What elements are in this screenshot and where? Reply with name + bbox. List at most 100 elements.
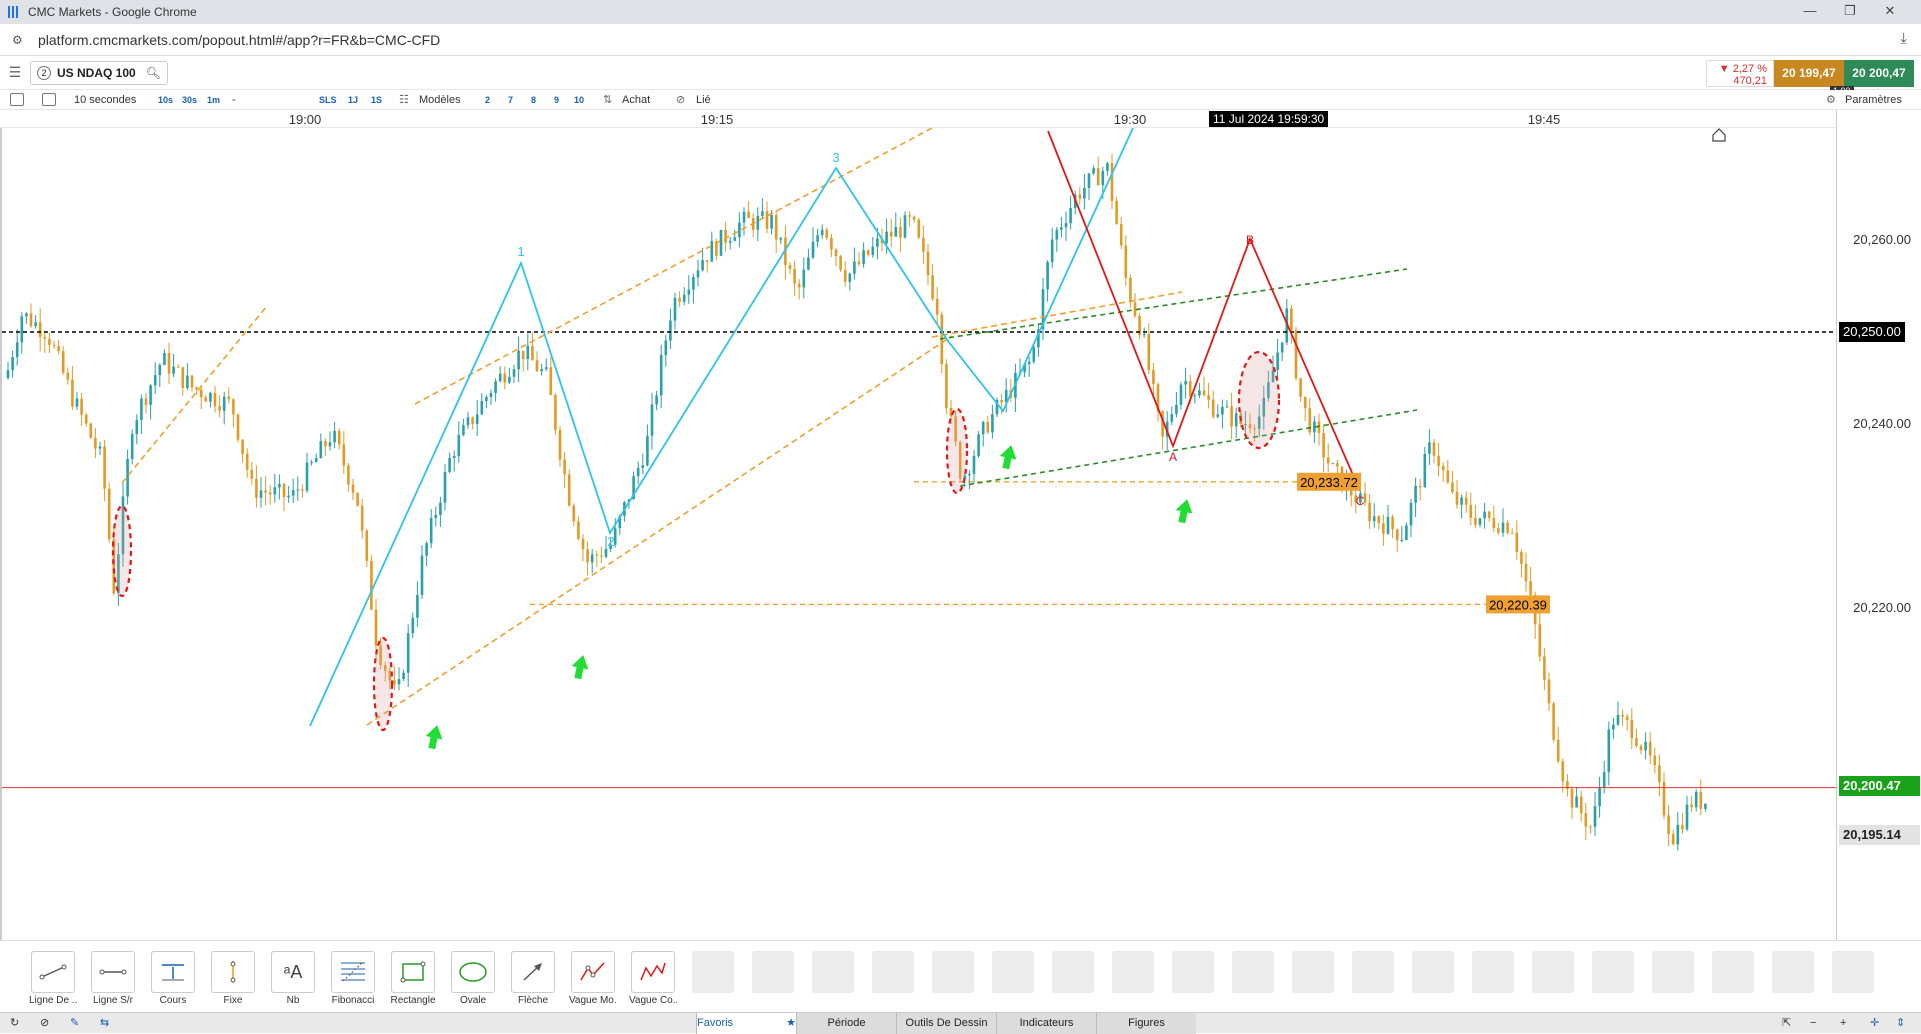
price-chart[interactable]: 1 2 3 A B C 20,233.72 20,220.39	[0, 128, 1836, 940]
text-tool[interactable]: ᵃA Nb	[269, 951, 317, 1011]
preset-2[interactable]: 2	[485, 92, 490, 108]
up-arrow-icon	[571, 655, 589, 680]
zoom-in-icon[interactable]: +	[1840, 1015, 1846, 1031]
empty-tool-slot[interactable]	[1412, 951, 1454, 993]
empty-tool-slot[interactable]	[1592, 951, 1634, 993]
templates-icon[interactable]: ☷	[399, 92, 409, 108]
candle-body	[227, 396, 231, 400]
trendline-tool[interactable]: Ligne De ...	[29, 951, 77, 1011]
tab-figures[interactable]: Figures	[1096, 1013, 1196, 1034]
fit-icon[interactable]: ⇕	[1896, 1015, 1905, 1031]
preset-7[interactable]: 7	[508, 92, 513, 108]
empty-tool-slot[interactable]	[932, 951, 974, 993]
candle-body	[558, 429, 562, 460]
price-axis[interactable]: 20,260.00 20,240.00 20,220.00 20,250.00 …	[1836, 110, 1921, 940]
instrument-selector[interactable]: 2 US NDAQ 100 🔍︎	[30, 61, 168, 85]
oval-tool[interactable]: Ovale	[449, 951, 497, 1011]
url-text[interactable]: platform.cmcmarkets.com/popout.html#/app…	[38, 32, 440, 48]
close-icon[interactable]: ✕	[1870, 0, 1910, 24]
sr-line-tool[interactable]: Ligne S/r	[89, 951, 137, 1011]
linked-toggle[interactable]: Lié	[696, 92, 711, 108]
chart-type-icon[interactable]	[10, 93, 24, 106]
empty-tool-slot[interactable]	[1652, 951, 1694, 993]
settings-button[interactable]: Paramètres	[1845, 92, 1902, 108]
expand-icon[interactable]: ⇱	[1782, 1015, 1791, 1031]
empty-tool-slot[interactable]	[1532, 951, 1574, 993]
empty-tool-slot[interactable]	[1172, 951, 1214, 993]
sell-button[interactable]: 20 199,47	[1774, 60, 1844, 87]
candle-body	[843, 269, 847, 282]
rectangle-tool[interactable]: Rectangle	[389, 951, 437, 1011]
interval-30s[interactable]: 30s	[182, 92, 197, 108]
candle-body	[853, 261, 856, 274]
interval-10s[interactable]: 10s	[158, 92, 173, 108]
empty-tool-slot[interactable]	[692, 951, 734, 993]
price-line-icon	[151, 951, 195, 993]
empty-tool-slot[interactable]	[1772, 951, 1814, 993]
empty-tool-slot[interactable]	[1832, 951, 1874, 993]
interval-1m[interactable]: 1m	[207, 92, 220, 108]
address-bar[interactable]: ⚙ platform.cmcmarkets.com/popout.html#/a…	[0, 24, 1921, 56]
buy-button[interactable]: 20 200,47 1,00	[1830, 60, 1914, 96]
house-icon[interactable]	[1709, 474, 1715, 482]
time-label: 19:30	[1113, 112, 1147, 127]
buy-toggle[interactable]: Achat	[622, 92, 650, 108]
tab-indicateurs[interactable]: Indicateurs	[996, 1013, 1096, 1034]
empty-tool-slot[interactable]	[1472, 951, 1514, 993]
pen-icon[interactable]: ✎	[70, 1015, 79, 1031]
templates-button[interactable]: Modèles	[419, 92, 461, 108]
interval-dropdown[interactable]: 10 secondes	[74, 92, 136, 108]
tab-outils[interactable]: Outils De Dessin	[896, 1013, 996, 1034]
trendline-icon	[31, 951, 75, 993]
preset-10[interactable]: 10	[574, 92, 584, 108]
crosshair-icon[interactable]: ✛	[1870, 1015, 1879, 1031]
buy-icon[interactable]: ⇅	[603, 92, 612, 108]
link-icon[interactable]: ⊘	[676, 92, 685, 108]
corrective-wave-tool[interactable]: Vague Co...	[629, 951, 677, 1011]
candle-body	[521, 350, 525, 360]
tab-periode[interactable]: Période	[796, 1013, 896, 1034]
empty-tool-slot[interactable]	[752, 951, 794, 993]
candle-body	[1616, 715, 1620, 725]
empty-tool-slot[interactable]	[812, 951, 854, 993]
candle-body	[1653, 755, 1657, 766]
layout-icon[interactable]	[42, 93, 56, 106]
empty-tool-slot[interactable]	[1232, 951, 1274, 993]
empty-tool-slot[interactable]	[1292, 951, 1334, 993]
wave-label: 3	[832, 150, 839, 165]
empty-tool-slot[interactable]	[1112, 951, 1154, 993]
empty-tool-slot[interactable]	[992, 951, 1034, 993]
chart-canvas[interactable]: 1 2 3 A B C 20,233.72 20,220.39	[2, 128, 1836, 940]
candle-body	[807, 257, 810, 270]
quick-1s[interactable]: 1S	[371, 92, 382, 108]
empty-tool-slot[interactable]	[1352, 951, 1394, 993]
motive-wave-tool[interactable]: Vague Mo...	[569, 951, 617, 1011]
zoom-out-icon[interactable]: −	[1810, 1015, 1816, 1031]
fibonacci-tool[interactable]: Fibonacci	[329, 951, 377, 1011]
preset-8[interactable]: 8	[531, 92, 536, 108]
candle-body	[1326, 457, 1330, 464]
restore-icon[interactable]: ❐	[1830, 0, 1870, 24]
quick-sls[interactable]: SLS	[319, 92, 337, 108]
empty-tool-slot[interactable]	[872, 951, 914, 993]
tab-favoris[interactable]: Favoris ★	[696, 1013, 796, 1034]
candle-body	[411, 617, 415, 634]
fixed-tool[interactable]: Fixe	[209, 951, 257, 1011]
magnet-icon[interactable]: ⇆	[100, 1015, 109, 1031]
price-tool[interactable]: Cours	[149, 951, 197, 1011]
download-icon[interactable]: ⤓	[1900, 30, 1907, 47]
site-settings-icon[interactable]: ⚙	[12, 32, 28, 48]
preset-9[interactable]: 9	[554, 92, 559, 108]
empty-tool-slot[interactable]	[1712, 951, 1754, 993]
interval-custom[interactable]: -	[232, 92, 236, 108]
empty-tool-slot[interactable]	[1052, 951, 1094, 993]
clear-icon[interactable]: ⊘	[40, 1015, 49, 1031]
search-icon[interactable]: 🔍︎	[146, 66, 161, 80]
arrow-tool[interactable]: Flèche	[509, 951, 557, 1011]
quick-1j[interactable]: 1J	[348, 92, 358, 108]
menu-icon[interactable]: ☰	[6, 64, 24, 80]
minimize-icon[interactable]: —	[1790, 0, 1830, 24]
refresh-icon[interactable]: ↻	[10, 1015, 19, 1031]
gear-icon[interactable]: ⚙	[1826, 92, 1836, 108]
candle-body	[466, 417, 470, 426]
